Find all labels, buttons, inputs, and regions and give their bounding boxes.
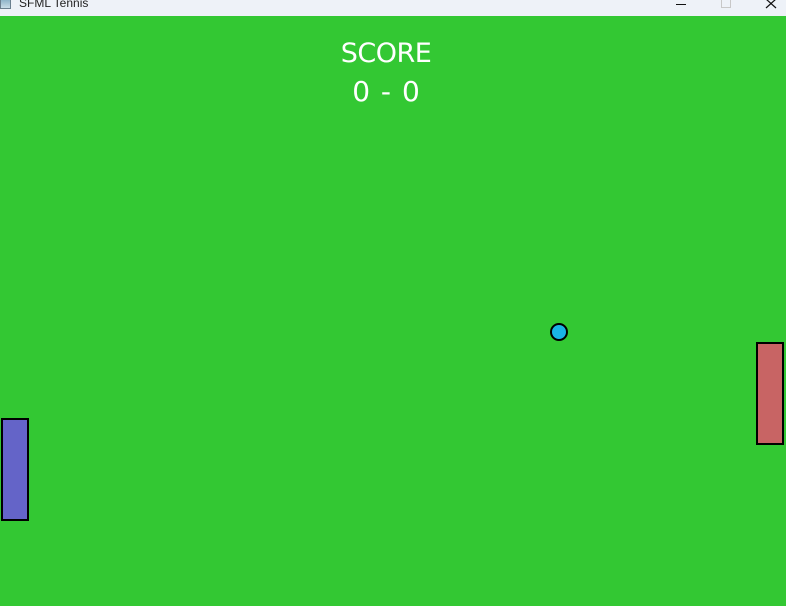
close-icon xyxy=(765,0,777,9)
score-value: 0 - 0 xyxy=(352,75,420,108)
ball xyxy=(550,323,568,341)
minimize-button[interactable] xyxy=(658,0,704,16)
right-paddle xyxy=(756,342,784,445)
minimize-icon xyxy=(676,4,686,5)
maximize-button[interactable] xyxy=(704,0,750,16)
left-paddle xyxy=(1,418,29,521)
game-window: SFML Tennis SCORE 0 - 0 xyxy=(0,0,786,606)
tennis-court: SCORE 0 - 0 xyxy=(0,16,786,606)
title-bar[interactable]: SFML Tennis xyxy=(0,0,786,16)
maximize-icon xyxy=(721,0,731,8)
score-label: SCORE xyxy=(340,38,432,69)
window-title: SFML Tennis xyxy=(19,0,89,10)
app-window-icon xyxy=(0,0,11,9)
close-button[interactable] xyxy=(748,0,786,16)
